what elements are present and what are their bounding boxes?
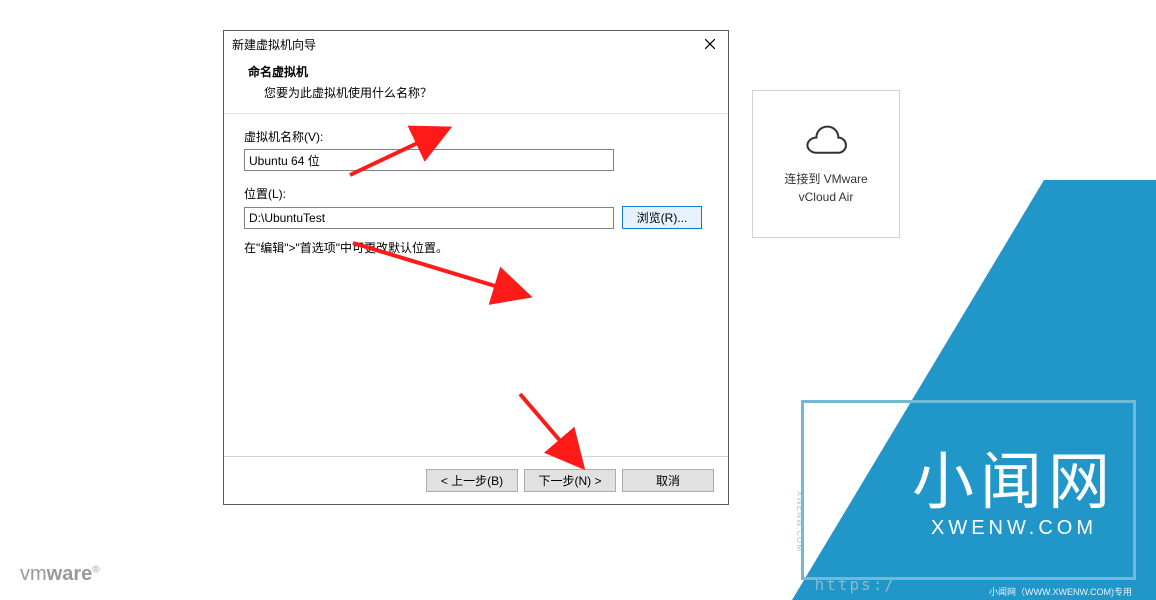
location-label: 位置(L): xyxy=(244,185,708,202)
back-button[interactable]: < 上一步(B) xyxy=(426,469,518,492)
dialog-button-bar: < 上一步(B) 下一步(N) > 取消 xyxy=(224,456,728,504)
browse-button[interactable]: 浏览(R)... xyxy=(622,206,702,229)
vm-name-input[interactable] xyxy=(244,149,614,171)
watermark-footnote: 小闻网（WWW.XWENW.COM)专用 xyxy=(989,585,1132,598)
next-button[interactable]: 下一步(N) > xyxy=(524,469,616,492)
hint-text: 在"编辑">"首选项"中可更改默认位置。 xyxy=(244,239,708,256)
location-input[interactable] xyxy=(244,207,614,229)
dialog-subheading: 您要为此虚拟机使用什么名称？ xyxy=(264,84,712,101)
vcloud-label: 连接到 VMware vCloud Air xyxy=(784,170,867,206)
vmware-logo: vmware® xyxy=(20,563,100,586)
dialog-header: 命名虚拟机 您要为此虚拟机使用什么名称？ xyxy=(224,57,728,113)
dialog-title: 新建虚拟机向导 xyxy=(232,36,316,53)
dialog-heading: 命名虚拟机 xyxy=(248,63,712,80)
form-area: 虚拟机名称(V): 位置(L): 浏览(R)... 在"编辑">"首选项"中可更… xyxy=(224,128,728,456)
cloud-icon xyxy=(804,123,848,158)
separator xyxy=(224,113,728,114)
titlebar[interactable]: 新建虚拟机向导 xyxy=(224,31,728,57)
close-icon[interactable] xyxy=(698,34,722,54)
vcloud-card[interactable]: 连接到 VMware vCloud Air xyxy=(752,90,900,238)
vm-name-label: 虚拟机名称(V): xyxy=(244,128,708,145)
cancel-button[interactable]: 取消 xyxy=(622,469,714,492)
new-vm-wizard-dialog: 新建虚拟机向导 命名虚拟机 您要为此虚拟机使用什么名称？ 虚拟机名称(V): 位… xyxy=(223,30,729,505)
watermark-text: 小闻网 XWENW.COM xyxy=(912,431,1116,540)
